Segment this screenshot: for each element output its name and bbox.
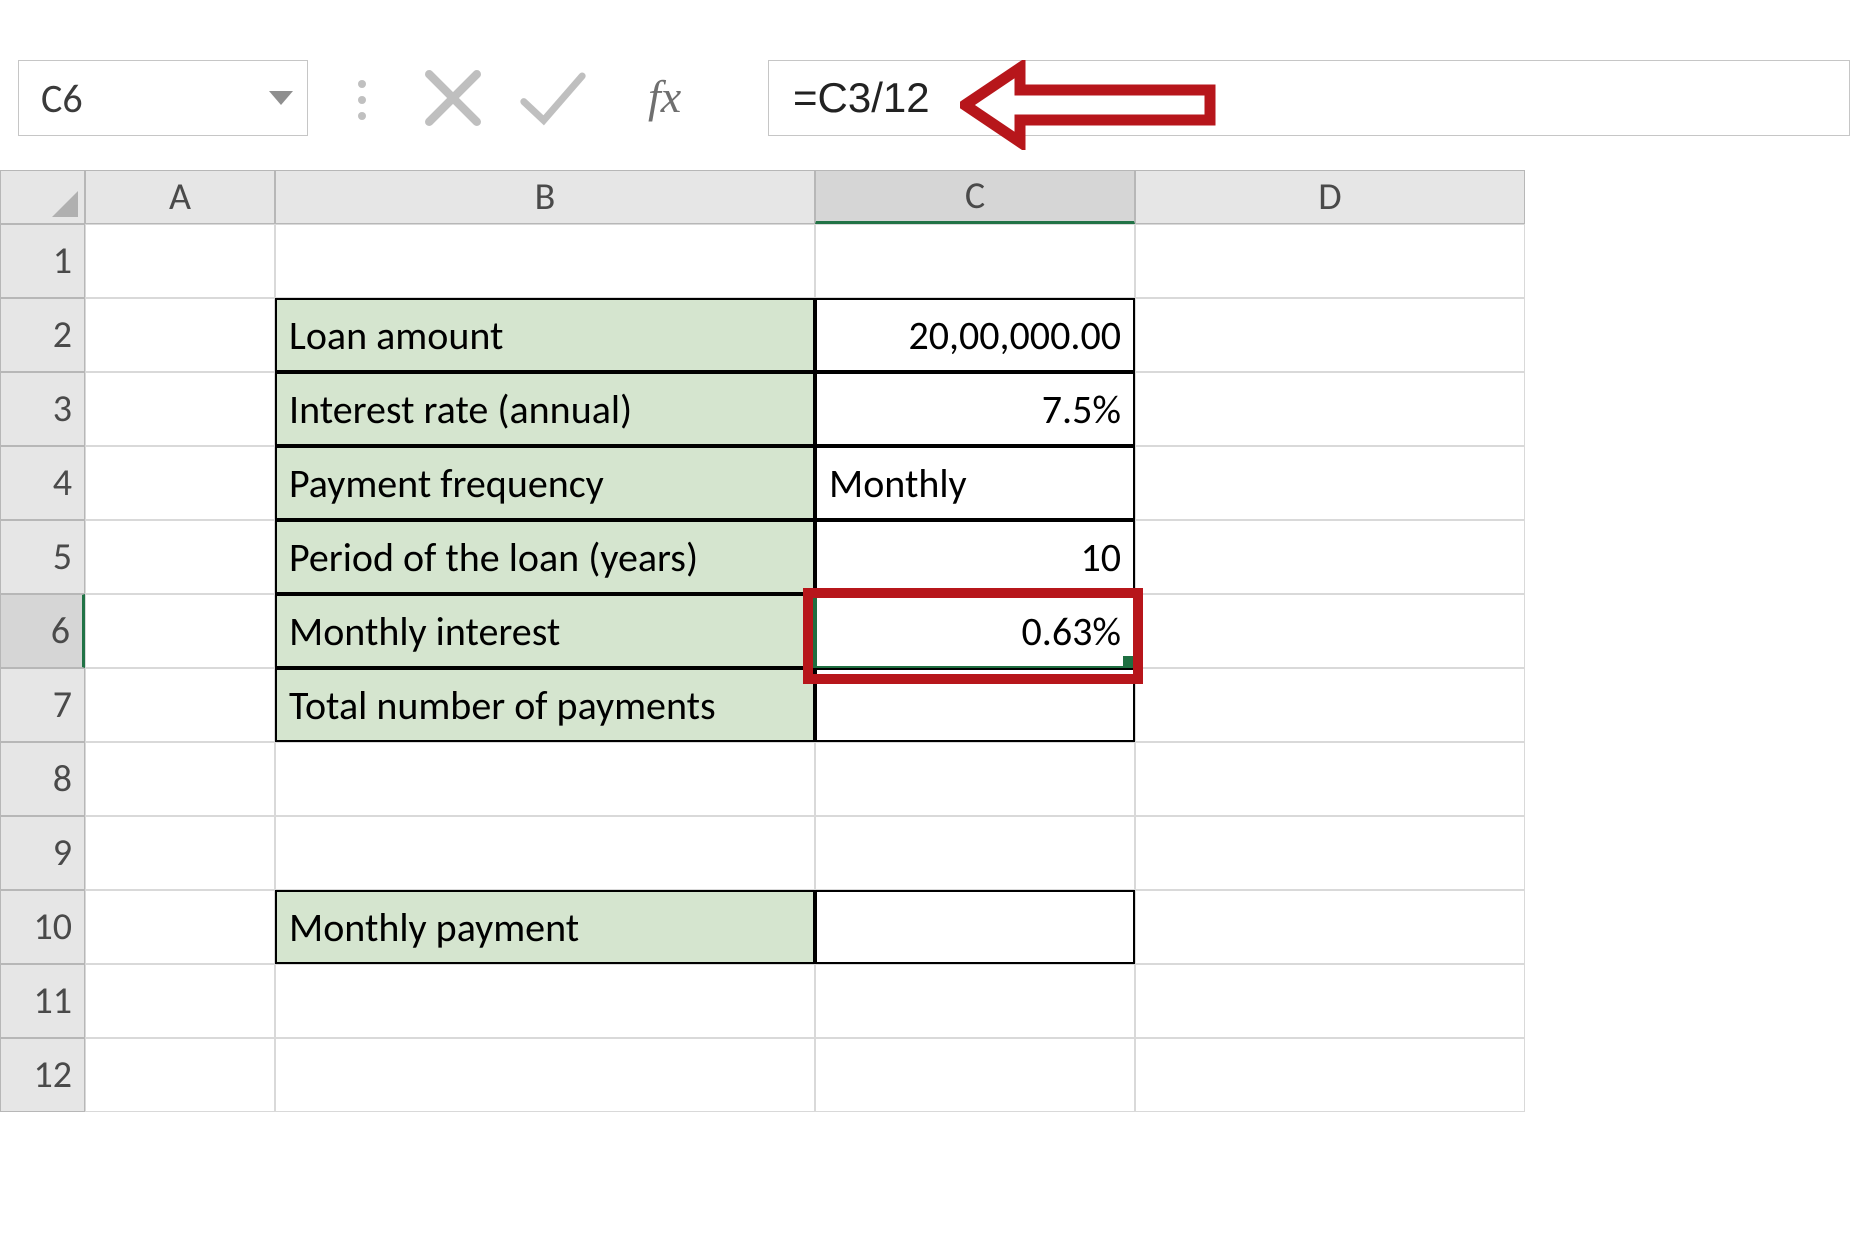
value-payment-frequency[interactable]: Monthly bbox=[815, 446, 1135, 520]
cell-d9[interactable] bbox=[1135, 816, 1525, 890]
cell-a8[interactable] bbox=[85, 742, 275, 816]
name-box-value: C6 bbox=[41, 74, 83, 123]
grid-row: 10 Monthly payment bbox=[0, 890, 1850, 964]
row-header-12[interactable]: 12 bbox=[0, 1038, 85, 1112]
row-header-7[interactable]: 7 bbox=[0, 668, 85, 742]
value-interest-rate[interactable]: 7.5% bbox=[815, 372, 1135, 446]
grid-row: 11 bbox=[0, 964, 1850, 1038]
cell-c11[interactable] bbox=[815, 964, 1135, 1038]
cell-b12[interactable] bbox=[275, 1038, 815, 1112]
cell-d12[interactable] bbox=[1135, 1038, 1525, 1112]
cell-d11[interactable] bbox=[1135, 964, 1525, 1038]
row-header-3[interactable]: 3 bbox=[0, 372, 85, 446]
cell-a6[interactable] bbox=[85, 594, 275, 668]
row-header-9[interactable]: 9 bbox=[0, 816, 85, 890]
cell-c9[interactable] bbox=[815, 816, 1135, 890]
cell-d2[interactable] bbox=[1135, 298, 1525, 372]
cell-d4[interactable] bbox=[1135, 446, 1525, 520]
grid-row: 3 Interest rate (annual) 7.5% bbox=[0, 372, 1850, 446]
fx-label[interactable]: fx bbox=[648, 70, 681, 123]
value-monthly-interest[interactable]: 0.63% bbox=[815, 594, 1135, 668]
col-header-a[interactable]: A bbox=[85, 170, 275, 224]
spreadsheet-grid[interactable]: A B C D 1 2 Loan amount 20,00,000.00 3 I… bbox=[0, 170, 1850, 1112]
divider-dots-icon bbox=[358, 80, 370, 120]
grid-row: 12 bbox=[0, 1038, 1850, 1112]
cell-a4[interactable] bbox=[85, 446, 275, 520]
grid-row: 2 Loan amount 20,00,000.00 bbox=[0, 298, 1850, 372]
cell-c1[interactable] bbox=[815, 224, 1135, 298]
label-total-payments[interactable]: Total number of payments bbox=[275, 668, 815, 742]
name-box[interactable]: C6 bbox=[18, 60, 308, 136]
chevron-down-icon[interactable] bbox=[269, 91, 293, 105]
value-period[interactable]: 10 bbox=[815, 520, 1135, 594]
label-monthly-payment[interactable]: Monthly payment bbox=[275, 890, 815, 964]
grid-row: 1 bbox=[0, 224, 1850, 298]
enter-icon[interactable] bbox=[518, 66, 588, 130]
cancel-icon[interactable] bbox=[418, 66, 488, 130]
row-header-8[interactable]: 8 bbox=[0, 742, 85, 816]
cell-a7[interactable] bbox=[85, 668, 275, 742]
cell-a10[interactable] bbox=[85, 890, 275, 964]
formula-bar-area: C6 fx bbox=[18, 60, 1850, 140]
cell-d1[interactable] bbox=[1135, 224, 1525, 298]
column-header-row: A B C D bbox=[0, 170, 1850, 224]
row-header-2[interactable]: 2 bbox=[0, 298, 85, 372]
cell-a3[interactable] bbox=[85, 372, 275, 446]
label-monthly-interest[interactable]: Monthly interest bbox=[275, 594, 815, 668]
cell-d6[interactable] bbox=[1135, 594, 1525, 668]
cell-c12[interactable] bbox=[815, 1038, 1135, 1112]
value-monthly-payment[interactable] bbox=[815, 890, 1135, 964]
row-header-10[interactable]: 10 bbox=[0, 890, 85, 964]
cell-a12[interactable] bbox=[85, 1038, 275, 1112]
cell-a11[interactable] bbox=[85, 964, 275, 1038]
row-header-5[interactable]: 5 bbox=[0, 520, 85, 594]
row-header-11[interactable]: 11 bbox=[0, 964, 85, 1038]
cell-d8[interactable] bbox=[1135, 742, 1525, 816]
row-header-1[interactable]: 1 bbox=[0, 224, 85, 298]
col-header-c[interactable]: C bbox=[815, 170, 1135, 224]
grid-row: 4 Payment frequency Monthly bbox=[0, 446, 1850, 520]
label-period[interactable]: Period of the loan (years) bbox=[275, 520, 815, 594]
cell-a2[interactable] bbox=[85, 298, 275, 372]
formula-input-wrap[interactable] bbox=[768, 60, 1850, 136]
grid-row: 6 Monthly interest 0.63% bbox=[0, 594, 1850, 668]
cell-d3[interactable] bbox=[1135, 372, 1525, 446]
grid-row: 7 Total number of payments bbox=[0, 668, 1850, 742]
value-total-payments[interactable] bbox=[815, 668, 1135, 742]
label-payment-frequency[interactable]: Payment frequency bbox=[275, 446, 815, 520]
label-interest-rate[interactable]: Interest rate (annual) bbox=[275, 372, 815, 446]
formula-input[interactable] bbox=[791, 73, 1827, 123]
row-header-6[interactable]: 6 bbox=[0, 594, 85, 668]
col-header-d[interactable]: D bbox=[1135, 170, 1525, 224]
grid-row: 8 bbox=[0, 742, 1850, 816]
value-loan-amount[interactable]: 20,00,000.00 bbox=[815, 298, 1135, 372]
row-header-4[interactable]: 4 bbox=[0, 446, 85, 520]
cell-a9[interactable] bbox=[85, 816, 275, 890]
cell-b1[interactable] bbox=[275, 224, 815, 298]
grid-row: 5 Period of the loan (years) 10 bbox=[0, 520, 1850, 594]
cell-d5[interactable] bbox=[1135, 520, 1525, 594]
cell-b11[interactable] bbox=[275, 964, 815, 1038]
label-loan-amount[interactable]: Loan amount bbox=[275, 298, 815, 372]
cell-d10[interactable] bbox=[1135, 890, 1525, 964]
select-all-corner[interactable] bbox=[0, 170, 85, 224]
cell-b9[interactable] bbox=[275, 816, 815, 890]
cell-c8[interactable] bbox=[815, 742, 1135, 816]
cell-a1[interactable] bbox=[85, 224, 275, 298]
cell-a5[interactable] bbox=[85, 520, 275, 594]
cell-d7[interactable] bbox=[1135, 668, 1525, 742]
grid-row: 9 bbox=[0, 816, 1850, 890]
col-header-b[interactable]: B bbox=[275, 170, 815, 224]
cell-b8[interactable] bbox=[275, 742, 815, 816]
